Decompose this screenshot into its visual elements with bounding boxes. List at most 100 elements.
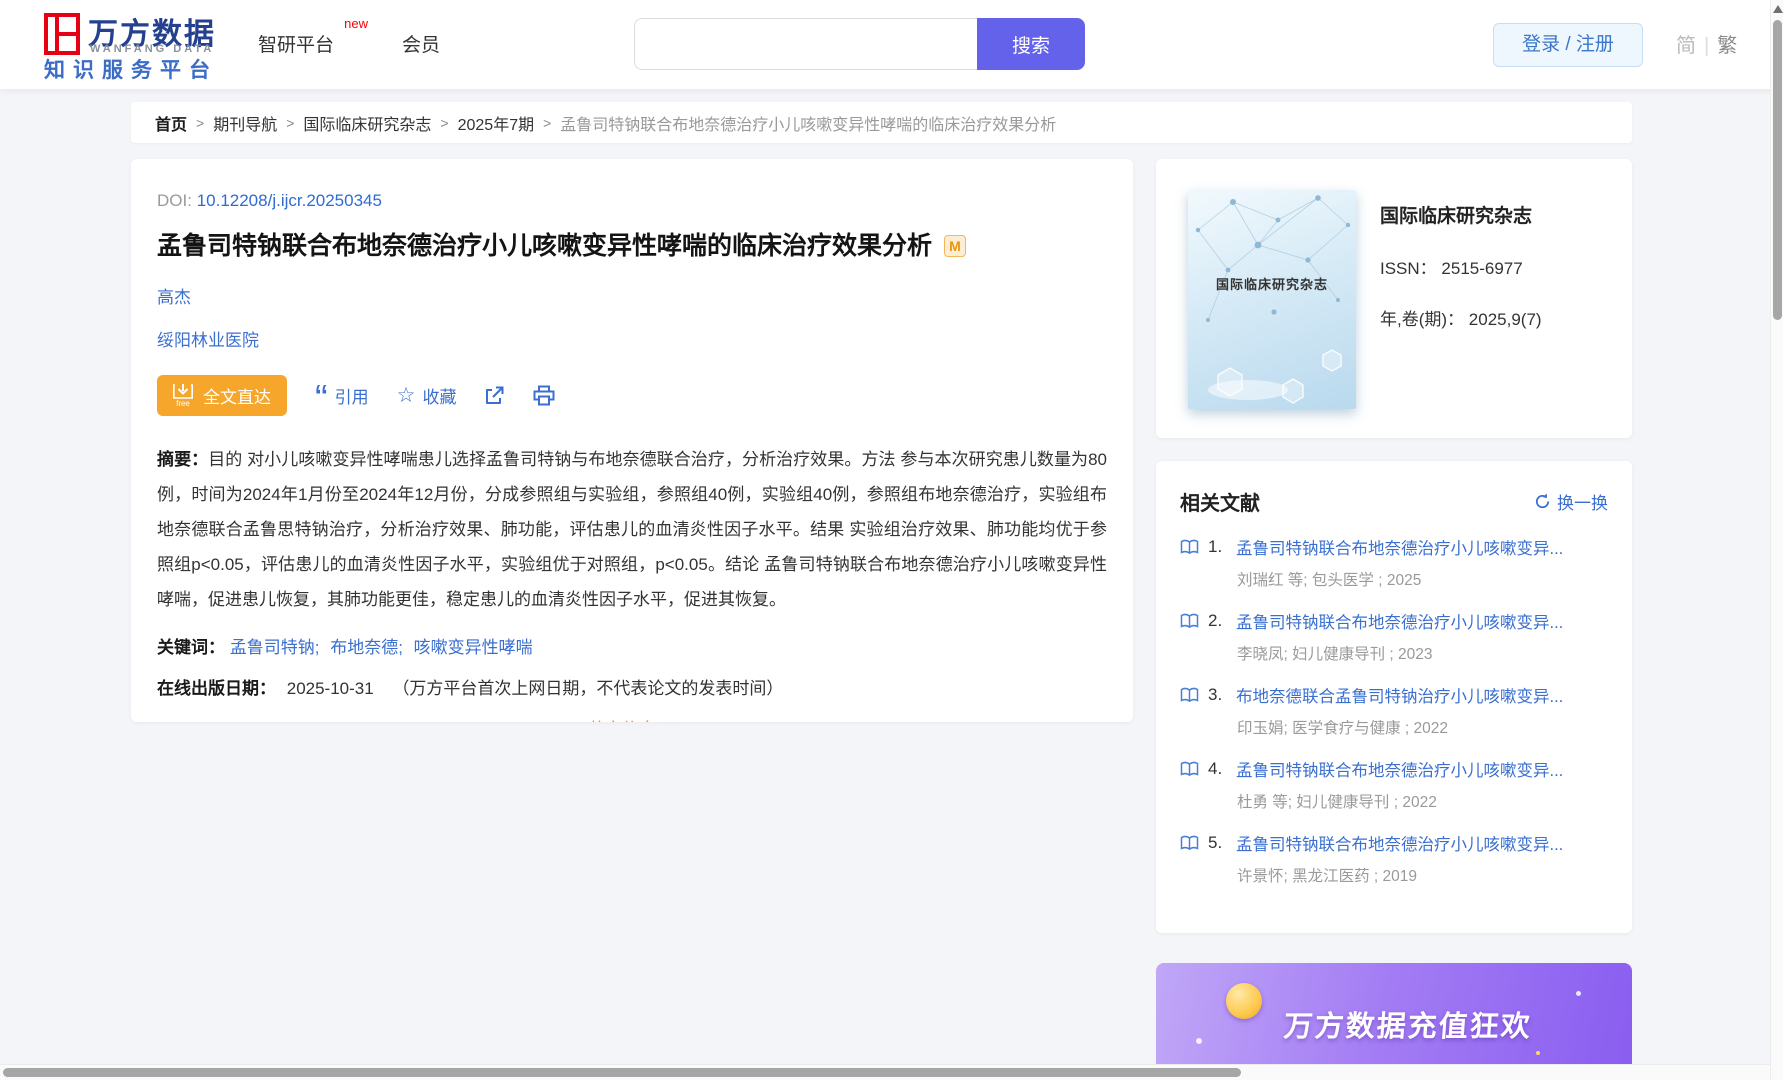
journal-cover-title: 国际临床研究杂志 bbox=[1215, 277, 1328, 292]
refresh-icon bbox=[1535, 493, 1550, 509]
breadcrumb-separator: > bbox=[440, 114, 449, 131]
related-item-number: 4. bbox=[1208, 759, 1223, 778]
nav-member[interactable]: 会员 bbox=[402, 30, 440, 57]
horizontal-scrollbar-thumb[interactable] bbox=[3, 1068, 1241, 1077]
related-item-meta: 许景怀; 黑龙江医药 ; 2019 bbox=[1237, 868, 1418, 885]
online-date-line: 在线出版日期： 2025-10-31 （万方平台首次上网日期，不代表论文的发表时… bbox=[157, 674, 1107, 699]
top-header: 万方数据 WANFANG DATA 知识服务平台 智研平台 new 会员 搜索 … bbox=[0, 0, 1783, 89]
journal-cover[interactable]: 国际临床研究杂志 bbox=[1188, 190, 1356, 409]
refresh-label: 换一换 bbox=[1557, 494, 1608, 513]
breadcrumb-separator: > bbox=[286, 114, 295, 131]
keywords-label: 关键词： bbox=[157, 638, 225, 657]
fulltext-label: 全文直达 bbox=[203, 388, 271, 407]
abstract-text: 目的 对小儿咳嗽变异性哮喘患儿选择孟鲁司特钠与布地奈德联合治疗，分析治疗效果。方… bbox=[157, 450, 1108, 609]
related-item-title[interactable]: 孟鲁司特钠联合布地奈德治疗小儿咳嗽变异... bbox=[1236, 535, 1608, 559]
book-icon bbox=[1180, 835, 1199, 851]
nav-zhiyan-platform[interactable]: 智研平台 new bbox=[258, 16, 368, 57]
journal-cover-art bbox=[1195, 195, 1351, 404]
related-documents-card: 相关文献 换一换 1. 孟鲁司特钠联合布地奈德治疗小儿咳嗽变异... 刘瑞红 等… bbox=[1156, 461, 1632, 933]
refresh-related-button[interactable]: 换一换 bbox=[1534, 489, 1608, 514]
journal-card: 国际临床研究杂志 国际临床研究杂志 ISSN： 2515-6977 年,卷(期)… bbox=[1156, 159, 1632, 438]
favorite-button[interactable]: 收藏 bbox=[397, 383, 457, 408]
breadcrumb-journal-nav[interactable]: 期刊导航 bbox=[213, 111, 277, 135]
related-item-meta: 印玉娟; 医学食疗与健康 ; 2022 bbox=[1237, 720, 1449, 737]
article-title: 孟鲁司特钠联合布地奈德治疗小儿咳嗽变异性哮喘的临床治疗效果分析 M bbox=[157, 229, 1107, 263]
page: 万方数据 WANFANG DATA 知识服务平台 智研平台 new 会员 搜索 … bbox=[0, 0, 1783, 1080]
related-item-number: 3. bbox=[1208, 685, 1223, 704]
quote-icon bbox=[315, 385, 328, 407]
keyword-separator: ; bbox=[314, 638, 320, 657]
doi-label: DOI: bbox=[157, 191, 192, 210]
book-icon bbox=[1180, 761, 1199, 777]
article-card: DOI: 10.12208/j.ijcr.20250345 孟鲁司特钠联合布地奈… bbox=[131, 159, 1133, 722]
keyword-link[interactable]: 咳嗽变异性哮喘 bbox=[414, 638, 533, 657]
cite-button[interactable]: 引用 bbox=[315, 383, 369, 408]
related-header: 相关文献 换一换 bbox=[1180, 487, 1608, 516]
horizontal-scrollbar bbox=[0, 1064, 1783, 1080]
book-icon bbox=[1180, 539, 1199, 555]
related-title: 相关文献 bbox=[1180, 493, 1260, 515]
print-button[interactable] bbox=[533, 385, 555, 406]
journal-issn: ISSN： 2515-6977 bbox=[1380, 254, 1542, 279]
new-badge: new bbox=[344, 16, 369, 31]
author-link[interactable]: 高杰 bbox=[157, 288, 191, 307]
language-switcher: 简 | 繁 bbox=[1676, 29, 1737, 58]
journal-volume: 年,卷(期)： 2025,9(7) bbox=[1380, 305, 1542, 330]
related-item: 5. 孟鲁司特钠联合布地奈德治疗小儿咳嗽变异... 许景怀; 黑龙江医药 ; 2… bbox=[1180, 831, 1608, 886]
related-item-number: 2. bbox=[1208, 611, 1223, 630]
related-item-meta: 杜勇 等; 妇儿健康导刊 ; 2022 bbox=[1237, 794, 1437, 811]
vertical-scrollbar-thumb[interactable] bbox=[1773, 20, 1782, 320]
book-icon bbox=[1180, 613, 1199, 629]
chevron-double-down-icon bbox=[664, 721, 675, 722]
volume-value: 2025,9(7) bbox=[1468, 310, 1542, 329]
breadcrumb-journal[interactable]: 国际临床研究杂志 bbox=[303, 111, 431, 135]
article-title-text: 孟鲁司特钠联合布地奈德治疗小儿咳嗽变异性哮喘的临床治疗效果分析 bbox=[157, 232, 933, 260]
lang-traditional[interactable]: 繁 bbox=[1717, 35, 1737, 57]
login-register-button[interactable]: 登录 / 注册 bbox=[1493, 23, 1643, 67]
related-item-title[interactable]: 孟鲁司特钠联合布地奈德治疗小儿咳嗽变异... bbox=[1236, 609, 1608, 633]
doi-link[interactable]: 10.12208/j.ijcr.20250345 bbox=[197, 191, 382, 210]
related-item: 3. 布地奈德联合孟鲁司特钠治疗小儿咳嗽变异... 印玉娟; 医学食疗与健康 ;… bbox=[1180, 683, 1608, 738]
journal-name-link[interactable]: 国际临床研究杂志 bbox=[1380, 201, 1542, 228]
scroll-up-arrow[interactable] bbox=[1773, 5, 1783, 13]
breadcrumb: 首页 > 期刊导航 > 国际临床研究杂志 > 2025年7期 > 孟鲁司特钠联合… bbox=[131, 102, 1632, 143]
search-input[interactable] bbox=[634, 18, 977, 70]
share-icon bbox=[486, 386, 504, 404]
related-item-number: 5. bbox=[1208, 833, 1223, 852]
search-button[interactable]: 搜索 bbox=[977, 18, 1085, 70]
search-bar: 搜索 bbox=[634, 18, 1085, 70]
wanfang-logo-icon[interactable] bbox=[44, 12, 80, 56]
breadcrumb-home[interactable]: 首页 bbox=[155, 111, 187, 135]
sparkle-decoration bbox=[1536, 1051, 1540, 1055]
english-info-label: 英文信息 bbox=[588, 715, 656, 722]
online-date-label: 在线出版日期： bbox=[157, 679, 276, 698]
coin-icon bbox=[1226, 983, 1262, 1019]
favorite-label: 收藏 bbox=[422, 388, 457, 407]
related-item-title[interactable]: 布地奈德联合孟鲁司特钠治疗小儿咳嗽变异... bbox=[1236, 683, 1608, 707]
breadcrumb-issue[interactable]: 2025年7期 bbox=[458, 111, 535, 135]
related-item: 1. 孟鲁司特钠联合布地奈德治疗小儿咳嗽变异... 刘瑞红 等; 包头医学 ; … bbox=[1180, 535, 1608, 590]
issn-value: 2515-6977 bbox=[1441, 259, 1523, 278]
fulltext-button[interactable]: free 全文直达 bbox=[157, 375, 287, 416]
related-item-title[interactable]: 孟鲁司特钠联合布地奈德治疗小儿咳嗽变异... bbox=[1236, 831, 1608, 855]
related-item-title[interactable]: 孟鲁司特钠联合布地奈德治疗小儿咳嗽变异... bbox=[1236, 757, 1608, 781]
journal-info: 国际临床研究杂志 ISSN： 2515-6977 年,卷(期)： 2025,9(… bbox=[1380, 201, 1542, 330]
share-button[interactable] bbox=[484, 385, 505, 406]
keyword-link[interactable]: 孟鲁司特钠 bbox=[230, 638, 315, 657]
lang-simplified[interactable]: 简 bbox=[1676, 35, 1696, 57]
affiliation-link[interactable]: 绥阳林业医院 bbox=[157, 331, 259, 350]
vertical-scrollbar bbox=[1770, 0, 1783, 1080]
sparkle-decoration bbox=[1576, 991, 1581, 996]
online-date-note: （万方平台首次上网日期，不代表论文的发表时间） bbox=[392, 679, 784, 698]
breadcrumb-current: 孟鲁司特钠联合布地奈德治疗小儿咳嗽变异性哮喘的临床治疗效果分析 bbox=[560, 116, 1057, 134]
brand-tagline: 知识服务平台 bbox=[44, 59, 218, 82]
printer-icon bbox=[533, 385, 555, 406]
volume-label: 年,卷(期)： bbox=[1380, 310, 1465, 329]
promo-banner[interactable]: 万方数据充值狂欢 bbox=[1156, 963, 1632, 1075]
english-info-toggle[interactable]: 英文信息 bbox=[157, 715, 1107, 722]
keyword-link[interactable]: 布地奈德 bbox=[330, 638, 398, 657]
issn-label: ISSN： bbox=[1380, 259, 1437, 278]
lang-divider: | bbox=[1704, 35, 1710, 57]
breadcrumb-separator: > bbox=[543, 114, 552, 131]
doi-line: DOI: 10.12208/j.ijcr.20250345 bbox=[157, 191, 1107, 211]
